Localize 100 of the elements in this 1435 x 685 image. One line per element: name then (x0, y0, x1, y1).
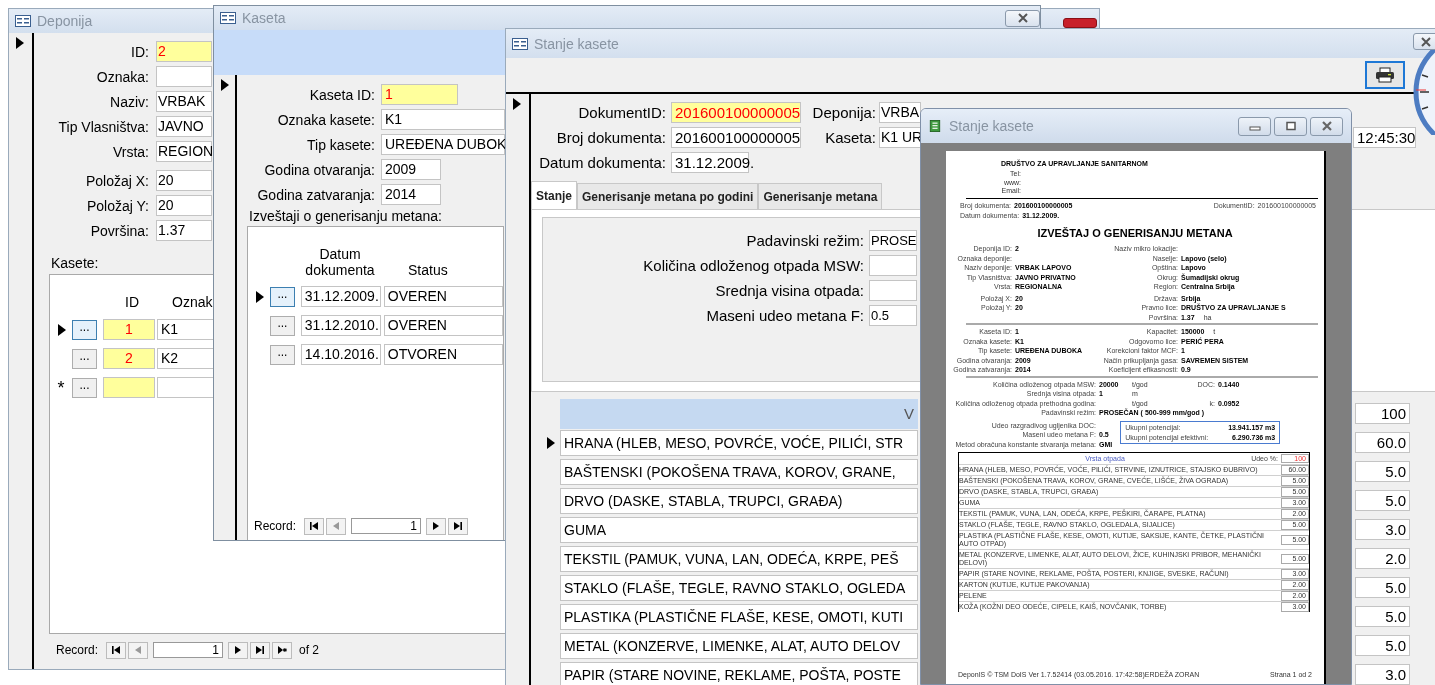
prev-record-icon (133, 645, 144, 655)
input-field[interactable]: 2014 (381, 184, 441, 205)
time-field[interactable]: 12:45:30 (1353, 127, 1416, 148)
column-header: Datum dokumenta (304, 246, 376, 278)
input-field[interactable]: K1 (381, 109, 505, 130)
input-field[interactable]: VRBA (879, 102, 921, 123)
input-field[interactable]: 1 (381, 84, 458, 105)
field-label: Tip kasete: (306, 136, 376, 153)
window-title: Stanje kasete (949, 118, 1034, 134)
window-title: Deponija (37, 13, 93, 29)
field-label: Položaj Y: (86, 197, 150, 214)
first-record-button[interactable] (304, 517, 325, 535)
input-field[interactable]: 2009 (381, 159, 441, 180)
table-cell[interactable]: 5.0 (1355, 606, 1410, 627)
tab[interactable]: Generisanje metana po godini (577, 183, 759, 209)
subform-label: Izveštaji o generisanju metana: (249, 208, 442, 224)
table-cell[interactable]: 5.0 (1355, 461, 1410, 482)
column-header: Oznak (172, 294, 213, 310)
table-cell: HRANA (HLEB, MESO, POVRĆE, VOĆE, PILIĆI, STR (560, 429, 918, 456)
table-cell[interactable]: 2.0 (1355, 548, 1410, 569)
input-field[interactable]: 20 (156, 195, 212, 216)
table-cell: OVEREN (383, 286, 503, 307)
field-label: Vrsta: (111, 143, 150, 160)
field-label: Godina zatvaranja: (256, 186, 376, 203)
input-field[interactable]: JAVNO (156, 116, 212, 137)
field-label: Broj dokumenta: (555, 129, 667, 146)
close-icon (1320, 121, 1333, 131)
prev-record-icon (331, 521, 342, 531)
record-pointer-icon (16, 37, 24, 49)
table-cell: STAKLO (FLAŠE, TEGLE, RAVNO STAKLO, OGLEDA (560, 574, 918, 601)
table-cell: BAŠTENSKI (POKOŠENA TRAVA, KOROV, GRANE, (560, 458, 918, 485)
table-cell[interactable]: 3.0 (1355, 519, 1410, 540)
total-field[interactable]: 100 (1355, 403, 1410, 424)
next-record-button[interactable] (228, 641, 249, 659)
input-field[interactable]: 201600100000005 (671, 127, 801, 148)
record-number-field[interactable]: 1 (351, 518, 422, 534)
table-cell[interactable]: 5.0 (1355, 490, 1410, 511)
open-button[interactable]: ... (270, 344, 295, 365)
table-cell: TEKSTIL (PAMUK, VUNA, LAN, ODEĆA, KRPE, PEŠ (560, 545, 918, 572)
input-field[interactable]: VRBAK (156, 91, 212, 112)
last-record-icon (453, 521, 464, 531)
maximize-button[interactable] (1274, 116, 1307, 136)
input-field[interactable] (869, 280, 917, 301)
first-record-button[interactable] (106, 641, 127, 659)
field-label: DokumentID: (577, 104, 667, 121)
open-button[interactable]: ... (72, 319, 97, 340)
field-label: Tip Vlasništva: (57, 118, 150, 135)
record-pointer-icon (256, 290, 264, 303)
tab[interactable]: Generisanje metana (758, 183, 883, 209)
last-record-button[interactable] (250, 641, 271, 659)
input-field[interactable]: 0.5 (869, 305, 917, 326)
record-count: of 2 (299, 643, 320, 657)
last-record-button[interactable] (448, 517, 469, 535)
field-label: Maseni udeo metana F: (705, 307, 865, 324)
window-title: Stanje kasete (534, 35, 619, 52)
open-button[interactable]: ... (72, 377, 97, 398)
form-icon (512, 37, 528, 50)
table-cell[interactable]: 3.0 (1355, 664, 1410, 685)
window-title: Kaseta (242, 10, 286, 26)
table-cell[interactable]: 5.0 (1355, 635, 1410, 656)
close-button[interactable] (1310, 116, 1343, 136)
report-icon (927, 120, 943, 132)
input-field[interactable]: 201600100000005 (671, 102, 801, 123)
close-button[interactable] (1413, 33, 1435, 50)
input-field[interactable]: PROSE (869, 230, 917, 251)
input-field[interactable]: 1.37 (156, 220, 212, 241)
print-button[interactable] (1365, 61, 1405, 89)
table-cell: 2 (103, 348, 155, 369)
table-cell[interactable]: 60.0 (1355, 432, 1410, 453)
record-pointer-icon (221, 79, 229, 91)
table-cell: 1 (103, 319, 155, 340)
open-button[interactable]: ... (72, 348, 97, 369)
maximize-icon (1284, 121, 1297, 131)
close-icon (1421, 36, 1431, 47)
column-header: V (560, 398, 918, 429)
input-field[interactable] (156, 66, 212, 87)
close-button[interactable] (1063, 18, 1097, 28)
field-label: Oznaka kasete: (276, 111, 376, 128)
record-number-field[interactable]: 1 (153, 642, 224, 658)
input-field[interactable] (869, 255, 917, 276)
field-label: Datum dokumenta: (538, 154, 667, 171)
report-title: IZVEŠTAJ O GENERISANJU METANA (1036, 227, 1234, 239)
first-record-icon (309, 521, 320, 531)
input-field[interactable]: UREĐENA DUBOK (381, 134, 505, 155)
tab[interactable]: Stanje (531, 181, 577, 209)
table-cell: 31.12.2009. (300, 286, 381, 307)
table-cell: 31.12.2010. (300, 315, 381, 336)
record-pointer-icon (547, 436, 555, 449)
form-icon (15, 15, 31, 27)
close-button[interactable] (1005, 9, 1040, 27)
open-button[interactable]: ... (270, 315, 295, 336)
next-record-button[interactable] (426, 517, 447, 535)
table-cell: GUMA (560, 516, 918, 543)
table-cell[interactable]: 5.0 (1355, 577, 1410, 598)
input-field[interactable]: 2 (156, 41, 212, 62)
table-cell: DRVO (DASKE, STABLA, TRUPCI, GRAĐA) (560, 487, 918, 514)
input-field[interactable]: 20 (156, 170, 212, 191)
open-button[interactable]: ... (270, 286, 295, 307)
new-record-button[interactable] (272, 641, 293, 659)
input-field[interactable]: REGION (156, 141, 212, 162)
